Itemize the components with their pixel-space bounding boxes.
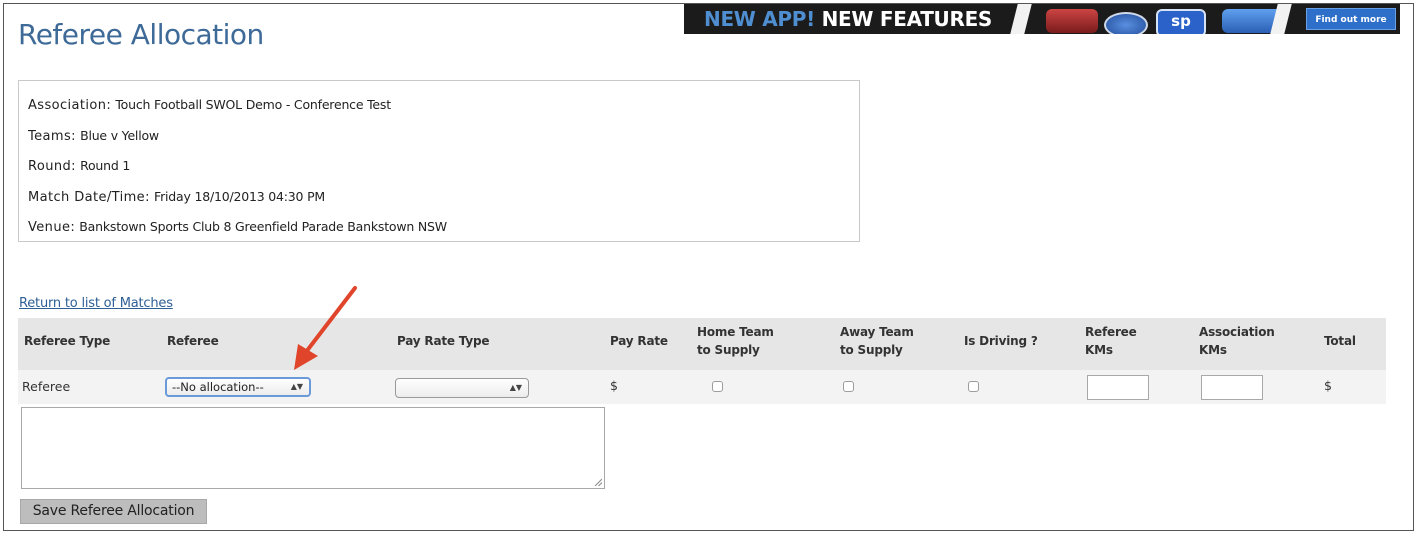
banner-headline-main: NEW FEATURES [814,7,993,31]
round-label: Round: [28,159,76,174]
app-badge-icon [1104,12,1148,34]
save-referee-allocation-button[interactable]: Save Referee Allocation [20,499,207,524]
header-referee-type: Referee Type [24,334,111,348]
datetime-value: Friday 18/10/2013 04:30 PM [154,188,325,204]
header-referee-kms-line1: Referee [1085,325,1137,339]
sp-logo-icon: sp [1156,9,1206,34]
header-total: Total [1324,334,1356,348]
teams-label: Teams: [28,128,76,144]
association-kms-input[interactable] [1201,375,1263,400]
page-title: Referee Allocation [18,18,264,51]
header-pay-rate-type: Pay Rate Type [397,334,490,348]
referee-kms-input[interactable] [1087,375,1149,400]
association-line: Association: Touch Football SWOL Demo - … [28,90,850,121]
association-label: Association: [28,98,112,113]
referee-select-value: --No allocation-- [172,380,264,394]
header-away-team-line1: Away Team [840,325,914,339]
match-info-box: Association: Touch Football SWOL Demo - … [18,80,860,242]
header-referee-kms-line2: KMs [1085,343,1113,357]
return-to-matches-link[interactable]: Return to list of Matches [19,296,173,311]
teams-line: Teams: Blue v Yellow [28,121,850,152]
app-screenshot-icon [1046,9,1098,33]
banner-stripe [1010,4,1032,34]
banner-headline-highlight: NEW APP! [704,7,815,31]
annotation-arrow-icon [294,286,357,370]
datetime-line: Match Date/Time: Friday 18/10/2013 04:30… [28,182,850,213]
header-association-kms-line1: Association [1199,325,1275,339]
teams-value: Blue v Yellow [80,127,159,143]
venue-label: Venue: [28,220,76,235]
header-home-team: Home Team to Supply [697,323,774,359]
find-out-more-button[interactable]: Find out more [1306,8,1396,30]
away-team-supply-checkbox[interactable] [843,381,854,392]
pay-rate-type-select[interactable]: ▲▼ [395,378,529,398]
table-row: Referee --No allocation-- ▲▼ ▲▼ $ $ [18,370,1386,404]
header-referee-kms: Referee KMs [1085,323,1137,359]
header-home-team-line1: Home Team [697,325,774,339]
cell-total: $ [1324,378,1332,393]
is-driving-checkbox[interactable] [968,381,979,392]
header-association-kms: Association KMs [1199,323,1275,359]
select-arrows-icon: ▲▼ [509,383,522,392]
notes-textarea[interactable] [21,407,605,489]
table-header: Referee Type Referee Pay Rate Type Pay R… [18,318,1386,370]
banner-headline: NEW APP! NEW FEATURES [704,7,992,31]
home-team-supply-checkbox[interactable] [712,381,723,392]
cell-pay-rate: $ [610,378,618,393]
venue-line: Venue: Bankstown Sports Club 8 Greenfiel… [28,212,850,243]
header-home-team-line2: to Supply [697,343,760,357]
round-value: Round 1 [80,158,131,173]
venue-value: Bankstown Sports Club 8 Greenfield Parad… [79,219,447,234]
round-line: Round: Round 1 [28,151,850,182]
resize-grip-icon[interactable] [594,478,602,486]
association-value: Touch Football SWOL Demo - Conference Te… [115,97,391,112]
promo-banner[interactable]: NEW APP! NEW FEATURES sp Find out more [684,4,1400,34]
header-pay-rate: Pay Rate [610,334,668,348]
cell-referee-type: Referee [22,379,71,394]
datetime-label: Match Date/Time: [28,189,150,205]
header-referee: Referee [167,334,219,348]
header-away-team: Away Team to Supply [840,323,914,359]
header-association-kms-line2: KMs [1199,343,1227,357]
header-is-driving: Is Driving ? [964,334,1038,348]
header-away-team-line2: to Supply [840,343,903,357]
